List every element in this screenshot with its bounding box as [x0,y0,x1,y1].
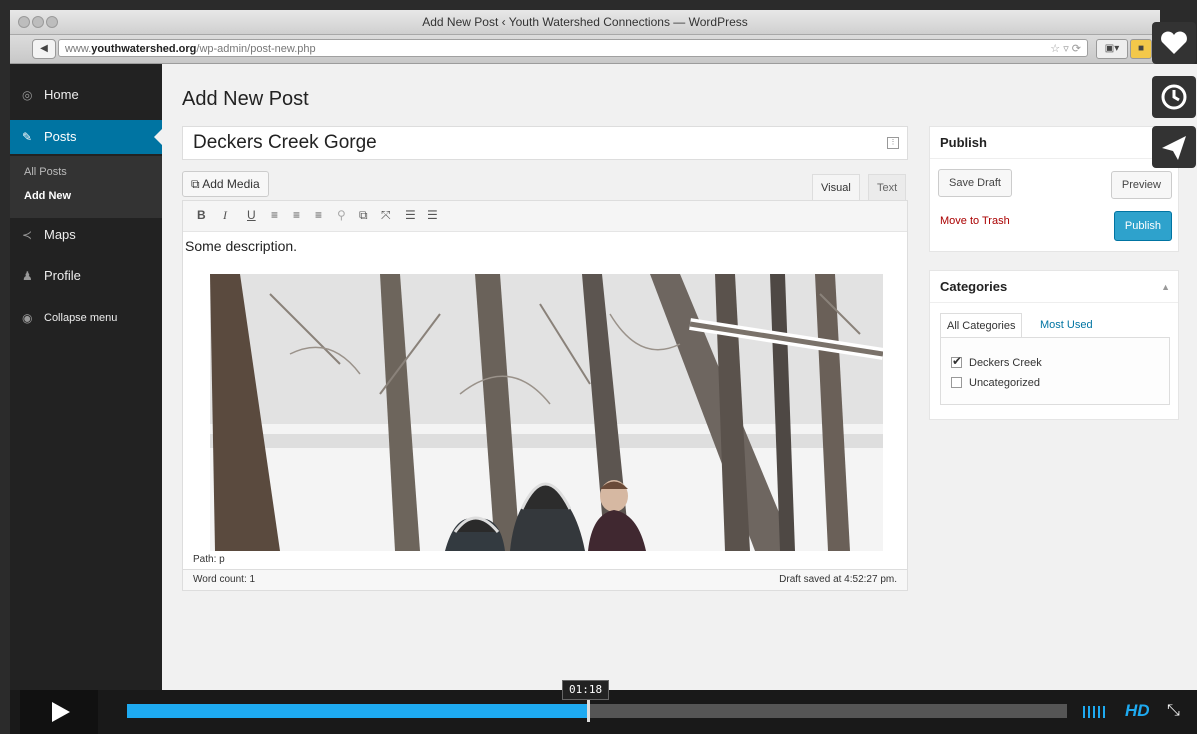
tab-text[interactable]: Text [868,174,907,201]
tab-most-used[interactable]: Most Used [1034,313,1099,337]
collapse-icon: ◉ [22,311,33,325]
media-icon[interactable]: ⧉ [359,208,368,223]
url-path: /wp-admin/post-new.php [196,43,316,55]
clock-icon [1161,84,1187,110]
tab-all-categories[interactable]: All Categories [940,313,1023,338]
draft-saved-status: Draft saved at 4:52:27 pm. [779,574,897,585]
sidebar-item-collapse[interactable]: ◉ Collapse menu [10,301,162,335]
expand-icon[interactable]: ⋮ [887,137,899,149]
progress-bar[interactable]: 01:18 [127,680,1067,722]
dashboard-icon: ◎ [22,88,33,102]
browser-titlebar: Add New Post ‹ Youth Watershed Connectio… [10,10,1160,35]
bold-icon[interactable]: B [197,208,206,222]
timestamp-tooltip: 01:18 [562,680,610,700]
progress-handle[interactable] [587,700,590,722]
sidebar-item-label: Home [44,87,79,102]
underline-icon[interactable]: U [247,208,256,222]
category-checkbox[interactable]: ✔ [951,354,963,368]
back-arrow-icon: ◀ [40,43,48,54]
italic-icon[interactable]: I [223,208,227,223]
link-icon[interactable]: ⚲ [337,208,346,222]
editor-path: Path: p [193,554,225,565]
video-player-controls: 01:18 HD ⤡ [10,680,1197,734]
media-icon: ⧉ [191,177,200,191]
play-button[interactable] [20,690,98,734]
back-button[interactable]: ◀ [32,39,56,59]
publish-box: Publish Save Draft Preview Move to Trash… [929,126,1179,252]
hd-toggle[interactable]: HD [1125,701,1150,721]
publish-box-title: Publish [930,127,1178,159]
numbered-list-icon[interactable]: ☰ [427,208,438,222]
category-label: Deckers Creek [969,357,1042,369]
url-prefix: www. [65,43,92,55]
screen: Add New Post ‹ Youth Watershed Connectio… [0,0,1197,734]
play-icon [52,702,70,722]
like-button[interactable] [1152,22,1196,64]
add-media-label: Add Media [202,177,260,191]
share-button[interactable] [1152,126,1196,168]
send-icon [1162,136,1186,160]
fullscreen-icon[interactable]: ⤧ [381,208,391,223]
page-title: Add New Post [182,88,309,110]
save-draft-button[interactable]: Save Draft [938,169,1012,197]
categories-title-text: Categories [940,279,1008,294]
progress-fill [127,704,588,718]
category-checkbox[interactable] [951,377,962,388]
align-right-icon[interactable]: ≡ [315,208,322,222]
sidebar-item-label: Profile [44,268,81,283]
editor-toolbar: B I U ≡ ≡ ≡ ⚲ ⧉ ⤧ ☰ ☰ [183,201,907,232]
post-title-value: Deckers Creek Gorge [193,132,377,153]
map-icon: ≺ [22,228,33,242]
submenu-add-new[interactable]: Add New [24,190,71,202]
editor-statusbar: Word count: 1 Draft saved at 4:52:27 pm. [182,569,908,591]
addon-button[interactable]: ■ [1130,39,1152,59]
post-editor[interactable]: B I U ≡ ≡ ≡ ⚲ ⧉ ⤧ ☰ ☰ Some description. [182,200,908,590]
category-label: Uncategorized [969,377,1040,389]
fullscreen-icon[interactable]: ⤡ [1167,702,1180,720]
pushpin-icon: ✎ [22,130,33,144]
url-bar[interactable]: www.youthwatershed.org/wp-admin/post-new… [58,39,1088,57]
editor-description: Some description. [185,238,298,254]
heart-icon [1161,31,1187,54]
tab-visual[interactable]: Visual [812,174,860,201]
addon-icon: ■ [1137,43,1145,54]
posts-submenu: All Posts Add New [10,156,162,218]
category-checklist: ✔ Deckers Creek Uncategorized [940,337,1170,405]
sidebar-item-posts[interactable]: ✎ Posts [10,120,163,154]
sidebar-item-label: Maps [44,227,76,242]
checkmark-icon: ✔ [952,354,963,368]
admin-sidebar: ◎ Home ✎ Posts All Posts Add New ≺ Maps … [10,64,163,734]
publish-button[interactable]: Publish [1113,211,1172,241]
move-to-trash-link[interactable]: Move to Trash [940,215,1010,227]
align-left-icon[interactable]: ≡ [271,208,278,222]
categories-box-title[interactable]: Categories ▲ [930,271,1178,303]
sidebar-item-maps[interactable]: ≺ Maps [10,218,162,252]
sidebar-item-home[interactable]: ◎ Home [10,78,162,112]
word-count: Word count: 1 [193,574,256,585]
extension-icon: ▣▾ [1104,43,1120,54]
user-icon: ♟ [22,269,33,283]
bullet-list-icon[interactable]: ☰ [405,208,416,222]
align-center-icon[interactable]: ≡ [293,208,300,222]
watch-later-button[interactable] [1152,76,1196,118]
sidebar-item-label: Posts [44,129,77,144]
preview-button[interactable]: Preview [1110,171,1172,199]
post-image[interactable] [210,274,883,551]
bookmark-star-icon[interactable]: ☆ ▿ ⟳ [1050,40,1081,58]
sidebar-item-profile[interactable]: ♟ Profile [10,259,162,293]
main-content: Add New Post Deckers Creek Gorge ⋮ ⧉ Add… [162,64,1197,690]
collapse-arrow-icon[interactable]: ▲ [1161,271,1170,303]
post-title-input[interactable]: Deckers Creek Gorge ⋮ [182,126,908,160]
submenu-all-posts[interactable]: All Posts [24,166,67,178]
extensions-button[interactable]: ▣▾ [1096,39,1128,59]
url-domain: youthwatershed.org [91,43,197,55]
window-title: Add New Post ‹ Youth Watershed Connectio… [422,15,748,29]
add-media-button[interactable]: ⧉ Add Media [182,171,269,197]
snowy-forest-photo [210,274,883,551]
categories-box: Categories ▲ All Categories Most Used ✔ … [929,270,1179,420]
sidebar-item-label: Collapse menu [44,312,118,324]
browser-toolbar: ◀ www.youthwatershed.org/wp-admin/post-n… [10,35,1160,64]
